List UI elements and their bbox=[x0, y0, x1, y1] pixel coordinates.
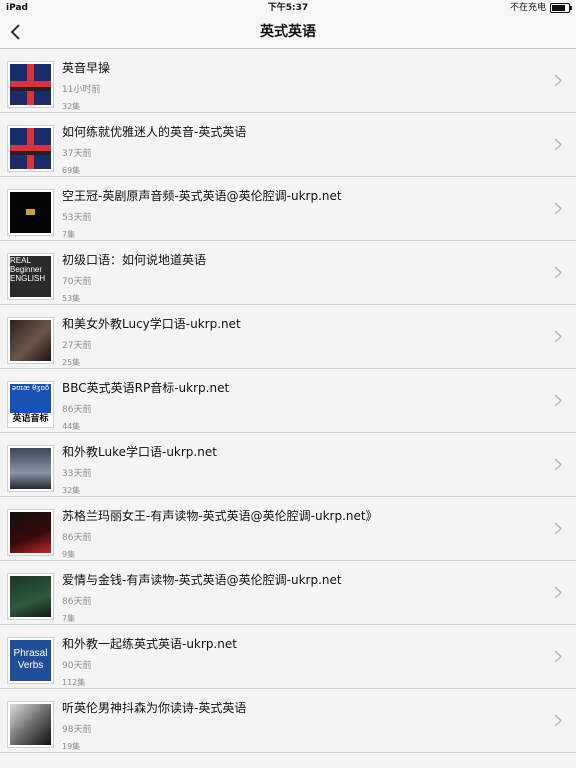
album-thumbnail bbox=[7, 701, 54, 748]
album-thumbnail: Phrasal Verbs bbox=[7, 637, 54, 684]
list-item[interactable]: 如何练就优雅迷人的英音-英式英语 37天前 69集 bbox=[0, 113, 576, 177]
item-title: BBC英式英语RP音标-ukrp.net bbox=[62, 381, 230, 395]
item-title: 英音早操 bbox=[62, 61, 111, 75]
album-list: 英音早操 11小时前 32集 如何练就优雅迷人的英音-英式英语 37天前 69集… bbox=[0, 49, 576, 753]
crown-artwork bbox=[10, 192, 51, 233]
navigation-bar: 英式英语 bbox=[0, 16, 576, 49]
book-cover-artwork bbox=[10, 576, 51, 617]
chevron-right-icon bbox=[554, 138, 562, 151]
album-thumbnail bbox=[7, 125, 54, 172]
chevron-right-icon bbox=[554, 202, 562, 215]
list-item[interactable]: 空王冠-英剧原声音频-英式英语@英伦腔调-ukrp.net 53天前 7集 bbox=[0, 177, 576, 241]
chevron-right-icon bbox=[554, 74, 562, 87]
chevron-right-icon bbox=[554, 394, 562, 407]
status-bar: iPad 下午5:37 不在充电 bbox=[0, 0, 576, 16]
list-item[interactable]: 听英伦男神抖森为你读诗-英式英语 98天前 19集 bbox=[0, 689, 576, 753]
city-artwork bbox=[10, 448, 51, 489]
queen-artwork bbox=[10, 512, 51, 553]
item-count: 9集 bbox=[62, 550, 76, 559]
album-thumbnail bbox=[7, 573, 54, 620]
item-count: 53集 bbox=[62, 294, 81, 303]
phonetic-symbols: əʊɪæ θʒɒð bbox=[11, 384, 50, 392]
album-thumbnail bbox=[7, 445, 54, 492]
list-item[interactable]: Phrasal Verbs 和外教一起练英式英语-ukrp.net 90天前 1… bbox=[0, 625, 576, 689]
item-time: 86天前 bbox=[62, 597, 92, 607]
item-count: 7集 bbox=[62, 614, 76, 623]
item-count: 44集 bbox=[62, 422, 81, 431]
item-time: 37天前 bbox=[62, 149, 92, 159]
phonetics-label: 英语音标 bbox=[10, 413, 51, 425]
album-thumbnail bbox=[7, 189, 54, 236]
list-item[interactable]: 和外教Luke学口语-ukrp.net 33天前 32集 bbox=[0, 433, 576, 497]
item-title: 和美女外教Lucy学口语-ukrp.net bbox=[62, 317, 241, 331]
portrait-artwork bbox=[10, 320, 51, 361]
battery-status: 不在充电 bbox=[509, 0, 572, 16]
chevron-right-icon bbox=[554, 266, 562, 279]
battery-icon bbox=[550, 3, 572, 13]
item-title: 初级口语：如何说地道英语 bbox=[62, 253, 207, 267]
chevron-right-icon bbox=[554, 522, 562, 535]
chevron-right-icon bbox=[554, 650, 562, 663]
charge-label: 不在充电 bbox=[509, 3, 546, 13]
item-time: 53天前 bbox=[62, 213, 92, 223]
item-time: 86天前 bbox=[62, 533, 92, 543]
item-title: 空王冠-英剧原声音频-英式英语@英伦腔调-ukrp.net bbox=[62, 189, 342, 203]
list-item[interactable]: əʊɪæ θʒɒð 英语音标 BBC英式英语RP音标-ukrp.net 86天前 … bbox=[0, 369, 576, 433]
phonetics-artwork: əʊɪæ θʒɒð 英语音标 bbox=[10, 384, 51, 425]
item-count: 112集 bbox=[62, 678, 86, 687]
chevron-right-icon bbox=[554, 458, 562, 471]
item-time: 27天前 bbox=[62, 341, 92, 351]
album-thumbnail bbox=[7, 317, 54, 364]
item-count: 19集 bbox=[62, 742, 81, 751]
list-item[interactable]: 苏格兰玛丽女王-有声读物-英式英语@英伦腔调-ukrp.net》 86天前 9集 bbox=[0, 497, 576, 561]
album-thumbnail bbox=[7, 509, 54, 556]
list-item[interactable]: 和美女外教Lucy学口语-ukrp.net 27天前 25集 bbox=[0, 305, 576, 369]
item-time: 90天前 bbox=[62, 661, 92, 671]
item-count: 7集 bbox=[62, 230, 76, 239]
item-title: 和外教Luke学口语-ukrp.net bbox=[62, 445, 217, 459]
item-time: 70天前 bbox=[62, 277, 92, 287]
item-count: 69集 bbox=[62, 166, 81, 175]
uk-flag-artwork bbox=[10, 128, 51, 169]
portrait-artwork bbox=[10, 704, 51, 745]
list-item[interactable]: 英音早操 11小时前 32集 bbox=[0, 49, 576, 113]
item-count: 32集 bbox=[62, 486, 81, 495]
item-title: 苏格兰玛丽女王-有声读物-英式英语@英伦腔调-ukrp.net》 bbox=[62, 509, 378, 523]
item-title: 如何练就优雅迷人的英音-英式英语 bbox=[62, 125, 247, 139]
item-count: 32集 bbox=[62, 102, 81, 111]
clock: 下午5:37 bbox=[267, 3, 309, 13]
item-time: 86天前 bbox=[62, 405, 92, 415]
list-item[interactable]: 爱情与金钱-有声读物-英式英语@英伦腔调-ukrp.net 86天前 7集 bbox=[0, 561, 576, 625]
item-time: 98天前 bbox=[62, 725, 92, 735]
album-thumbnail: əʊɪæ θʒɒð 英语音标 bbox=[7, 381, 54, 428]
uk-flag-artwork bbox=[10, 64, 51, 105]
page-title: 英式英语 bbox=[260, 24, 316, 40]
item-time: 33天前 bbox=[62, 469, 92, 479]
item-title: 爱情与金钱-有声读物-英式英语@英伦腔调-ukrp.net bbox=[62, 573, 342, 587]
item-count: 25集 bbox=[62, 358, 81, 367]
item-title: 听英伦男神抖森为你读诗-英式英语 bbox=[62, 701, 247, 715]
phrasal-verbs-artwork: Phrasal Verbs bbox=[10, 640, 51, 681]
chevron-right-icon bbox=[554, 330, 562, 343]
item-title: 和外教一起练英式英语-ukrp.net bbox=[62, 637, 237, 651]
album-thumbnail: REAL Beginner ENGLISH bbox=[7, 253, 54, 300]
list-item[interactable]: REAL Beginner ENGLISH 初级口语：如何说地道英语 70天前 … bbox=[0, 241, 576, 305]
chevron-right-icon bbox=[554, 586, 562, 599]
chevron-right-icon bbox=[554, 714, 562, 727]
album-thumbnail bbox=[7, 61, 54, 108]
item-time: 11小时前 bbox=[62, 85, 101, 95]
real-english-artwork: REAL Beginner ENGLISH bbox=[10, 256, 51, 297]
